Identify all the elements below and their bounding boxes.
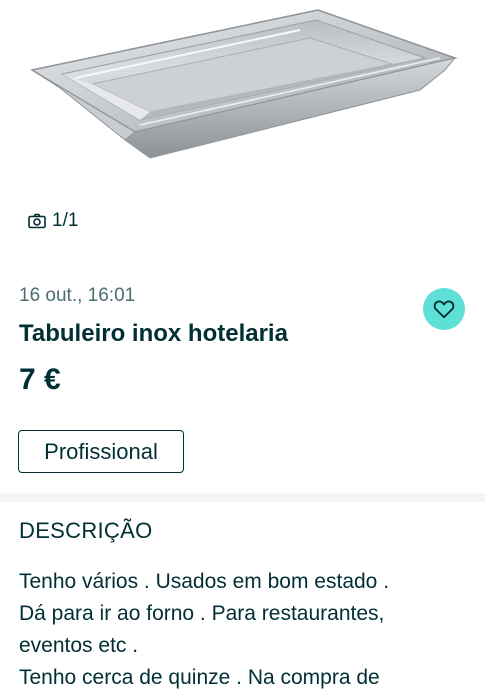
section-divider (0, 493, 485, 502)
description-body: Tenho vários . Usados em bom estado . Dá… (19, 566, 481, 694)
listing-title: Tabuleiro inox hotelaria (19, 320, 288, 347)
description-line: Tenho cerca de quinze . Na compra de (19, 666, 380, 689)
description-line: Tenho vários . Usados em bom estado . (19, 570, 390, 593)
photo-counter-text: 1/1 (52, 210, 79, 231)
description-header: DESCRIÇÃO (19, 518, 153, 543)
photo-counter: 1/1 (28, 210, 78, 232)
favorite-button[interactable] (423, 288, 465, 330)
tray-image (29, 9, 458, 159)
camera-icon (28, 213, 46, 229)
heart-icon (433, 300, 455, 319)
listing-photo[interactable]: 1/1 (0, 0, 485, 265)
listing-date: 16 out., 16:01 (19, 285, 136, 306)
description-line: eventos etc . (19, 634, 139, 657)
description-line: Dá para ir ao forno . Para restaurantes, (19, 602, 385, 625)
listing-price: 7 € (19, 363, 61, 396)
seller-type-tag: Profissional (18, 430, 184, 473)
